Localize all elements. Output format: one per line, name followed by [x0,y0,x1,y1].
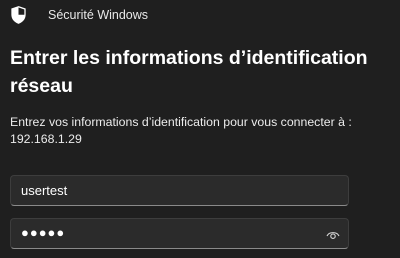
dialog-heading: Entrer les informations d’identification… [10,47,368,97]
window-title: Sécurité Windows [48,8,149,22]
description-text: Entrez vos informations d’identification… [10,115,352,129]
shield-icon [11,6,26,24]
title-bar: Sécurité Windows [0,0,400,30]
password-field[interactable]: ●●●●● [10,218,349,249]
dialog-description: Entrez vos informations d’identification… [10,114,398,148]
password-value: ●●●●● [21,225,66,240]
username-value: usertest [21,183,68,198]
server-address: 192.168.1.29 [10,132,82,146]
credential-dialog: Sécurité Windows Entrer les informations… [0,0,400,258]
username-field[interactable]: usertest [10,175,349,206]
eye-icon[interactable] [326,228,340,240]
